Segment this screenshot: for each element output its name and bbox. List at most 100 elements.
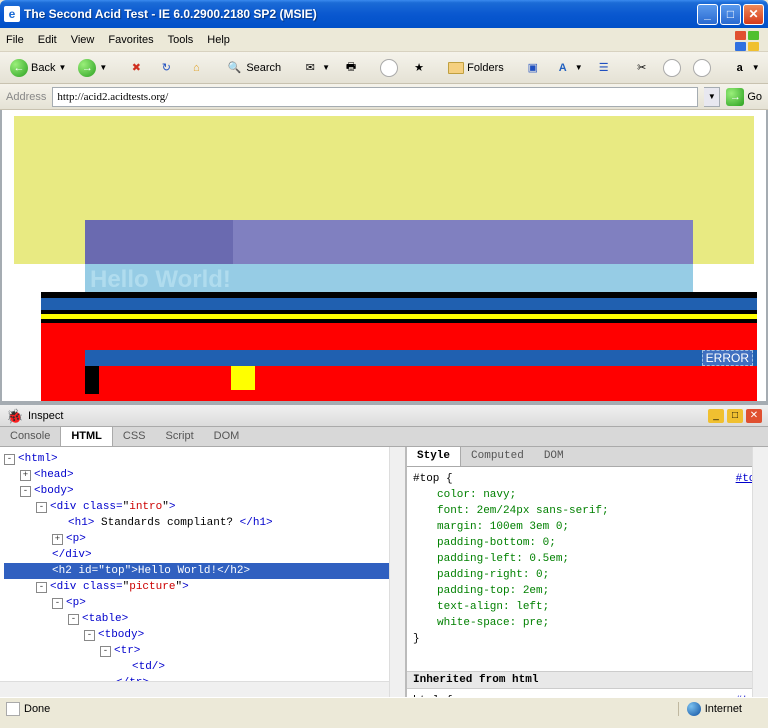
menu-help[interactable]: Help [207,34,230,46]
windows-flag-icon [734,30,762,52]
zone-label: Internet [705,703,742,715]
copy-button[interactable] [659,57,685,79]
firebug-toolbar: 🐞 Inspect _ □ ✕ [0,405,768,427]
folders-button[interactable]: Folders [444,60,508,76]
edit-button[interactable] [376,57,402,79]
twisty-icon[interactable]: - [36,582,47,593]
css-selector: #top { [413,471,762,487]
cut-button[interactable]: ✂ [629,57,655,79]
status-bar: Done Internet [0,697,768,719]
url-input[interactable] [52,87,698,107]
window-buttons: _ □ ✕ [697,4,764,25]
firebug-detach-button[interactable]: □ [727,409,743,423]
tab-console[interactable]: Console [0,427,61,446]
menu-edit[interactable]: Edit [38,34,57,46]
copy-icon [663,59,681,77]
inspect-button[interactable]: Inspect [28,410,63,422]
mail-button[interactable]: ✉▼ [297,57,334,79]
tool-button-2[interactable]: A▼ [550,57,587,79]
stripe-blue [41,298,757,310]
back-arrow-icon: ← [10,59,28,77]
page-status-icon [6,702,20,716]
folders-icon [448,62,464,74]
css-rule[interactable]: text-align: left; [413,599,762,615]
tab-css[interactable]: CSS [113,427,156,446]
menu-file[interactable]: File [6,34,24,46]
tool-button-3[interactable]: ☰ [591,57,617,79]
scrollbar-vertical[interactable] [389,447,405,697]
tab-script[interactable]: Script [156,427,204,446]
refresh-icon: ↻ [157,59,175,77]
minimize-button[interactable]: _ [697,4,718,25]
selected-node[interactable]: <h2 id="top">Hello World!</h2> [4,563,401,579]
page-viewport: Hello World! ERROR [0,110,768,403]
css-rule[interactable]: margin: 100em 3em 0; [413,519,762,535]
twisty-icon[interactable]: - [100,646,111,657]
print-icon: 🖶 [342,59,360,77]
firebug-close-button[interactable]: ✕ [746,409,762,423]
go-arrow-icon: → [726,88,744,106]
menu-favorites[interactable]: Favorites [108,34,153,46]
firebug-left-tabs: Console HTML CSS Script DOM [0,427,768,447]
paste-icon [693,59,711,77]
scrollbar-horizontal[interactable] [0,681,389,697]
back-button[interactable]: ←Back ▼ [6,57,70,79]
search-icon: 🔍 [225,59,243,77]
maximize-button[interactable]: □ [720,4,741,25]
home-button[interactable]: ⌂ [183,57,209,79]
twisty-icon[interactable]: - [84,630,95,641]
stop-button[interactable]: ✖ [123,57,149,79]
print-button[interactable]: 🖶 [338,57,364,79]
title-bar: e The Second Acid Test - IE 6.0.2900.218… [0,0,768,28]
forward-arrow-icon: → [78,59,96,77]
css-rule[interactable]: color: navy; [413,487,762,503]
style-panel[interactable]: Style Computed DOM #top #top { color: na… [407,447,768,697]
stripe-black-3 [41,319,757,323]
css-rule[interactable]: padding-right: 0; [413,567,762,583]
url-dropdown[interactable]: ▼ [704,87,720,107]
inner-blue-bar [85,350,757,366]
twisty-icon[interactable]: + [20,470,31,481]
go-label: Go [747,91,762,103]
css-rule[interactable]: padding-bottom: 0; [413,535,762,551]
menu-view[interactable]: View [71,34,95,46]
tab-computed[interactable]: Computed [461,447,534,466]
discuss-button[interactable]: ★ [406,57,432,79]
go-button[interactable]: →Go [726,88,762,106]
paste-button[interactable] [689,57,715,79]
tab-right-dom[interactable]: DOM [534,447,574,466]
firebug-panel: 🐞 Inspect _ □ ✕ Console HTML CSS Script … [0,403,768,697]
security-zone[interactable]: Internet [678,702,762,716]
twisty-icon[interactable]: - [68,614,79,625]
refresh-button[interactable]: ↻ [153,57,179,79]
html-tree-panel[interactable]: -<html> +<head> -<body> -<div class="int… [0,447,407,697]
fullscreen-icon: ▣ [524,59,542,77]
home-icon: ⌂ [187,59,205,77]
css-rule[interactable]: font: 2em/24px sans-serif; [413,503,762,519]
twisty-icon[interactable]: - [52,598,63,609]
close-button[interactable]: ✕ [743,4,764,25]
forward-button[interactable]: →▼ [74,57,111,79]
nav-toolbar: ←Back ▼ →▼ ✖ ↻ ⌂ 🔍Search ✉▼ 🖶 ★ Folders … [0,52,768,84]
firebug-minimize-button[interactable]: _ [708,409,724,423]
css-rule[interactable]: white-space: pre; [413,615,762,631]
tab-html[interactable]: HTML [61,427,113,446]
scrollbar-vertical[interactable] [752,447,768,697]
tab-style[interactable]: Style [407,447,461,466]
twisty-icon[interactable]: - [20,486,31,497]
twisty-icon[interactable]: - [36,502,47,513]
twisty-icon[interactable]: + [52,534,63,545]
error-text: ERROR [702,350,753,366]
tool-button-1[interactable]: ▣ [520,57,546,79]
twisty-icon[interactable]: - [4,454,15,465]
search-button[interactable]: 🔍Search [221,57,285,79]
firebug-icon: 🐞 [6,408,22,424]
acid-purple-dark [85,220,233,264]
menu-tools[interactable]: Tools [168,34,194,46]
css-rule[interactable]: padding-top: 2em; [413,583,762,599]
tab-dom[interactable]: DOM [204,427,250,446]
search-label: Search [246,62,281,74]
css-rule[interactable]: padding-left: 0.5em; [413,551,762,567]
tool-button-4[interactable]: a▼ [727,57,764,79]
hello-world-text: Hello World! [90,266,231,294]
